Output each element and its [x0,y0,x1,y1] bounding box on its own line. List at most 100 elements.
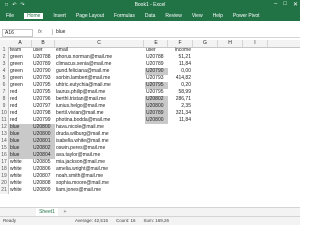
cell-team[interactable]: white [9,173,32,180]
cell-user[interactable]: U20806 [32,166,55,173]
cell-team[interactable]: green [9,68,32,75]
cell-user-lookup[interactable]: U20795 [145,89,168,96]
formula-input[interactable]: blue [52,29,296,35]
cell-email[interactable]: noah.smith@mail.me [55,173,144,180]
cell-income[interactable]: 0,00 [168,68,193,75]
cell-user[interactable]: U20802 [32,145,55,152]
tab-help[interactable]: Help [213,13,223,19]
row-header[interactable]: 1 [0,47,9,54]
cell-user-lookup[interactable] [145,187,168,194]
cell-team[interactable]: white [9,166,32,173]
row-header[interactable]: 6 [0,82,9,89]
cell-email[interactable]: hava.nicole@mail.me [55,124,144,131]
column-header-i[interactable]: I [243,40,268,47]
cell-user-lookup[interactable]: U20800 [145,117,168,124]
column-header-h[interactable]: H [218,40,243,47]
column-header-g[interactable]: G [193,40,218,47]
cell[interactable]: income [168,47,193,54]
cell-email[interactable]: bertil.vivian@mail.me [55,110,144,117]
add-sheet-icon[interactable]: + [61,208,69,216]
cell[interactable]: email [55,47,144,54]
cell-user-lookup[interactable]: U20788 [145,54,168,61]
cell-team[interactable]: green [9,82,32,89]
tab-file[interactable]: File [6,13,14,19]
row-header[interactable]: 12 [0,124,9,131]
cell-user-lookup[interactable] [145,159,168,166]
column-header-b[interactable]: B [32,40,55,47]
cell-user-lookup[interactable] [145,173,168,180]
cell-user[interactable]: U20790 [32,68,55,75]
cell-income[interactable]: 11,84 [168,61,193,68]
column-header-f[interactable]: F [168,40,193,47]
cell-email[interactable]: isabella.white@mail.me [55,138,144,145]
column-header-a[interactable]: A [9,40,32,47]
row-header[interactable]: 7 [0,89,9,96]
cell-email[interactable]: phorus.norman@mail.me [55,54,144,61]
cell-user[interactable]: U20789 [32,61,55,68]
row-header[interactable]: 14 [0,138,9,145]
minimize-icon[interactable]: – [274,1,277,8]
cell-user-lookup[interactable]: U20800 [145,103,168,110]
cell-income[interactable]: 414,82 [168,75,193,82]
row-header[interactable]: 3 [0,61,9,68]
cell-income[interactable]: 0,20 [168,82,193,89]
tab-review[interactable]: Review [165,13,181,19]
cell-user[interactable]: U20796 [32,96,55,103]
fx-icon[interactable]: fx [38,29,42,35]
cell-team[interactable]: blue [9,152,32,159]
cell-team[interactable]: green [9,75,32,82]
cell-income[interactable]: 51,21 [168,54,193,61]
cell-team[interactable]: white [9,159,32,166]
cell-user-lookup[interactable]: U20802 [145,96,168,103]
cell-user-lookup[interactable]: U20795 [145,82,168,89]
cell-income[interactable] [168,180,193,187]
cell-user[interactable]: U20800 [32,124,55,131]
cell-email[interactable]: gund.feliciana@mail.me [55,68,144,75]
tab-home[interactable]: Home [24,13,44,19]
cell-user-lookup[interactable] [145,138,168,145]
cell-team[interactable]: white [9,180,32,187]
cell-email[interactable]: sorbin.lambert@mail.me [55,75,144,82]
cell-income[interactable]: 2,35 [168,103,193,110]
cell-user[interactable]: U20807 [32,173,55,180]
cell-email[interactable]: uhtric.eutychia@mail.me [55,82,144,89]
cell-team[interactable]: red [9,89,32,96]
cell-team[interactable]: blue [9,138,32,145]
cell-user[interactable]: U20797 [32,103,55,110]
cell-user[interactable]: U20793 [32,75,55,82]
cell-income[interactable]: 286,71 [168,96,193,103]
row-header[interactable]: 9 [0,103,9,110]
cell-user-lookup[interactable] [145,166,168,173]
tab-view[interactable]: View [192,13,203,19]
row-header[interactable]: 20 [0,180,9,187]
row-header[interactable]: 19 [0,173,9,180]
cell-team[interactable]: red [9,117,32,124]
cell-team[interactable]: red [9,110,32,117]
cell-team[interactable]: blue [9,124,32,131]
cell-email[interactable]: liam.jones@mail.me [55,187,144,194]
cell-user-lookup[interactable] [145,152,168,159]
row-header[interactable]: 15 [0,145,9,152]
cell-income[interactable]: 58,99 [168,89,193,96]
row-header[interactable]: 2 [0,54,9,61]
cell-email[interactable]: photina.bodda@mail.me [55,117,144,124]
tab-insert[interactable]: Insert [53,13,66,19]
cell-income[interactable]: 321,34 [168,110,193,117]
cell-user-lookup[interactable] [145,180,168,187]
cell-team[interactable]: red [9,96,32,103]
cell-email[interactable]: sophia.moore@mail.me [55,180,144,187]
row-header[interactable]: 13 [0,131,9,138]
cell-user[interactable]: U20795 [32,89,55,96]
cell-team[interactable]: red [9,103,32,110]
name-box[interactable]: A16 [2,29,33,37]
cell-email[interactable]: iunius.helgo@mail.me [55,103,144,110]
cell-income[interactable] [168,124,193,131]
cell-income[interactable] [168,166,193,173]
cell-user-lookup[interactable]: U20789 [145,110,168,117]
tab-power-pivot[interactable]: Power Pivot [233,13,260,19]
tab-formulas[interactable]: Formulas [114,13,135,19]
cell-user-lookup[interactable]: U20789 [145,61,168,68]
cell-team[interactable]: blue [9,131,32,138]
column-header-c[interactable]: C [55,40,144,47]
cell-user[interactable]: U20788 [32,54,55,61]
